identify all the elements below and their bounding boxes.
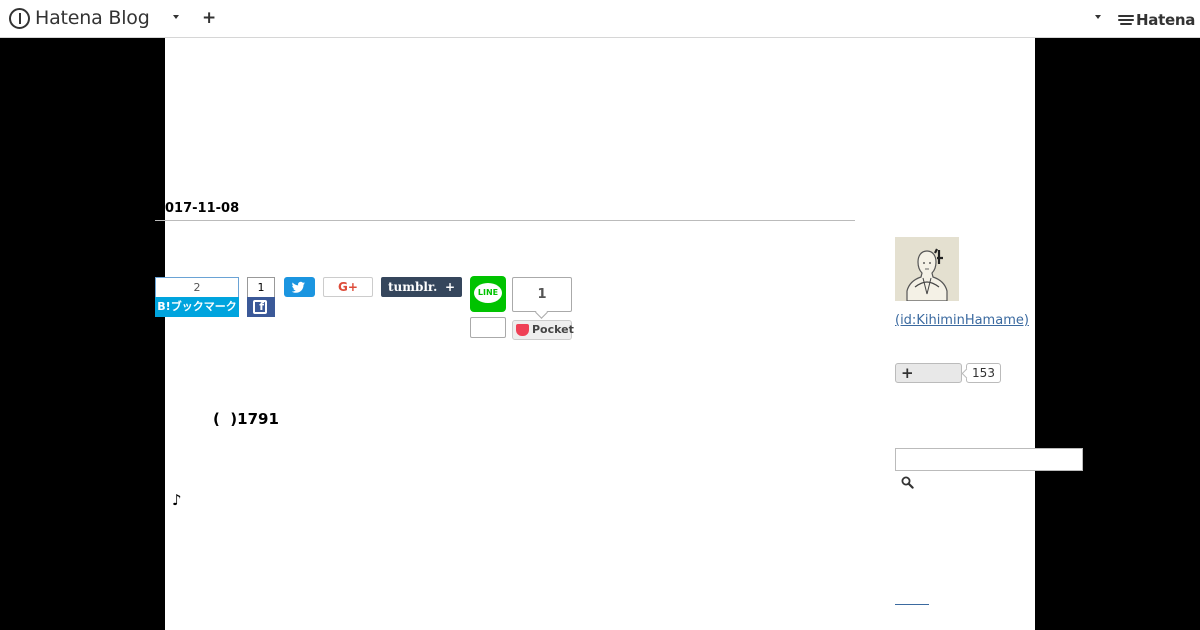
hatena-blog-logo-icon [9,7,30,29]
twitter-bird-icon [291,281,305,293]
author-profile-link[interactable]: (id:KihiminHamame) [895,313,1029,328]
line-icon: LINE [474,283,502,303]
hatena-logo[interactable]: Hatena [1118,11,1195,29]
search-icon[interactable] [901,476,914,489]
tumblr-plus-icon: + [444,280,455,294]
facebook-share-button[interactable]: f [247,297,275,317]
hatebu-bookmark-button[interactable]: B!ブックマーク [155,297,239,317]
line-share-button[interactable]: LINE [470,276,506,312]
hatena-blog-logo[interactable]: Hatena Blog [9,7,150,29]
blog-menu-caret-icon[interactable] [173,15,179,19]
plus-icon: + [901,364,914,382]
blog-content-area [165,38,1035,630]
hatebu-count[interactable]: 2 [155,277,239,297]
pocket-save-button[interactable]: Pocket [512,320,574,340]
entry-heading: ( )1791 [213,410,279,428]
tumblr-share-button[interactable]: tumblr. + [381,277,462,297]
pocket-label: Pocket [532,323,574,336]
facebook-icon: f [253,300,267,314]
hatena-wave-icon [1118,14,1134,26]
date-divider [155,220,855,221]
sidebar-bottom-link[interactable] [895,604,929,605]
follow-button[interactable]: + [895,363,962,383]
google-plus-share-button[interactable]: G+ [323,277,373,297]
pocket-icon [516,324,529,336]
line-count [470,317,506,338]
author-avatar[interactable] [895,237,959,301]
follower-count: 153 [966,363,1001,383]
pocket-count: 1 [512,277,572,312]
twitter-share-button[interactable] [284,277,315,297]
entry-date[interactable]: 017-11-08 [165,201,239,216]
hatena-logo-text: Hatena [1136,11,1196,29]
user-menu-caret-icon[interactable] [1095,15,1101,19]
tumblr-label: tumblr. [388,280,438,294]
monk-portrait-icon [895,237,959,301]
facebook-count: 1 [247,277,275,297]
global-header: Hatena Blog + Hatena [0,0,1200,38]
new-post-button[interactable]: + [202,8,216,28]
logo-text: Hatena Blog [35,7,150,29]
search-input[interactable] [895,448,1083,471]
music-note-text: ♪ [172,491,182,509]
